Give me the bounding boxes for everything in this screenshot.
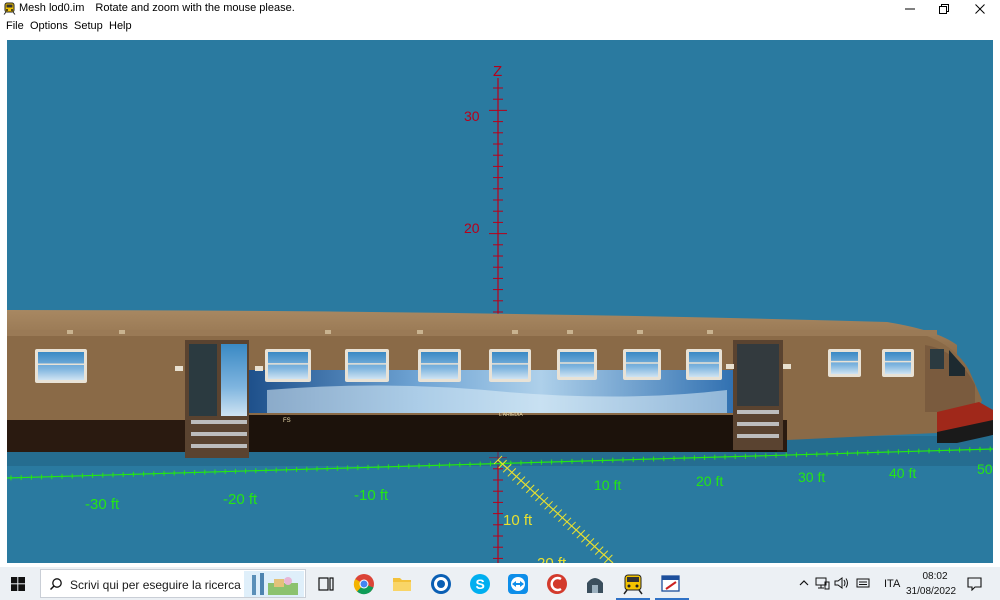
restore-icon — [939, 3, 949, 14]
roof-badge — [567, 330, 573, 334]
x-label-neg20: -20 ft — [223, 491, 258, 508]
window-glass — [885, 352, 911, 374]
railcar-door-left — [185, 340, 249, 458]
taskbar: Scrivi qui per eseguire la ricerca S ITA… — [0, 567, 1000, 600]
z-tick-label-20: 20 — [464, 220, 480, 236]
title-bar: Mesh lod0.im Rotate and zoom with the mou… — [0, 0, 1000, 17]
app-icon[interactable] — [584, 573, 606, 595]
3d-viewport[interactable]: Z 30 20 FS L'ARIEDIA -30 ft -20 ft -10 f… — [7, 40, 993, 563]
volume-icon[interactable] — [834, 576, 849, 590]
menu-options[interactable]: Options — [30, 20, 68, 32]
roof-badge — [67, 330, 73, 334]
teamviewer-icon[interactable] — [507, 573, 529, 595]
svg-text:S: S — [476, 576, 485, 592]
menu-help[interactable]: Help — [109, 20, 132, 32]
window-glass — [689, 352, 719, 377]
search-box[interactable]: Scrivi qui per eseguire la ricerca — [40, 569, 306, 598]
search-highlight-image — [244, 571, 304, 597]
close-button[interactable] — [963, 0, 997, 17]
close-icon — [975, 3, 985, 14]
window-hint: Rotate and zoom with the mouse please. — [95, 2, 295, 14]
roof-badge — [417, 330, 423, 334]
input-language[interactable]: ITA — [884, 578, 900, 590]
minimize-button[interactable] — [893, 0, 927, 17]
clock-date[interactable]: 31/08/2022 — [906, 586, 956, 597]
task-view-icon[interactable] — [315, 573, 337, 595]
window-glass — [560, 352, 594, 377]
outlook-icon[interactable] — [430, 573, 452, 595]
chrome-icon[interactable] — [353, 573, 375, 595]
x-label-20: 20 ft — [696, 473, 723, 489]
scene: Z 30 20 FS L'ARIEDIA -30 ft -20 ft -10 f… — [7, 63, 993, 563]
window-glass — [626, 352, 658, 377]
skype-icon[interactable]: S — [469, 573, 491, 595]
search-icon — [49, 578, 62, 591]
clock-time[interactable]: 08:02 — [918, 571, 952, 582]
window-glass — [268, 352, 308, 379]
x-label-40: 40 ft — [889, 465, 916, 481]
y-axis: 10 ft 20 ft — [493, 455, 614, 563]
menu-file[interactable]: File — [6, 20, 24, 32]
y-label-10: 10 ft — [503, 512, 533, 529]
ccleaner-icon[interactable] — [546, 573, 568, 595]
roof-badge — [512, 330, 518, 334]
search-placeholder: Scrivi qui per eseguire la ricerca — [70, 578, 241, 592]
x-label-30: 30 ft — [798, 469, 825, 485]
roof-badge — [325, 330, 331, 334]
livery-text-fs: FS — [283, 418, 291, 424]
x-label-neg10: -10 ft — [354, 487, 389, 504]
restore-button[interactable] — [927, 0, 961, 17]
window-glass — [831, 352, 858, 374]
window-glass — [421, 352, 458, 379]
file-explorer-icon[interactable] — [391, 573, 413, 595]
railcar-door-right — [733, 340, 783, 450]
network-icon[interactable] — [815, 576, 830, 590]
x-label-neg30: -30 ft — [85, 496, 120, 513]
menu-setup[interactable]: Setup — [74, 20, 103, 32]
railcar-model: FS L'ARIEDIA — [7, 310, 993, 466]
window-glass — [38, 352, 84, 380]
livery-text-2: L'ARIEDIA — [499, 412, 523, 418]
z-tick-label-30: 30 — [464, 108, 480, 124]
menu-bar: File Options Setup Help — [0, 17, 1000, 35]
roof-badge — [119, 330, 125, 334]
windows-logo-icon[interactable] — [11, 577, 25, 591]
window-glass — [348, 352, 386, 379]
language-switch-icon[interactable] — [856, 576, 870, 590]
roof-badge — [707, 330, 713, 334]
editor-app-icon[interactable] — [660, 573, 682, 595]
y-label-20: 20 ft — [537, 555, 567, 563]
x-label-50: 50 — [977, 461, 993, 477]
y-axis-ticks — [493, 455, 613, 563]
notifications-icon[interactable] — [967, 577, 982, 591]
minimize-icon — [905, 8, 915, 9]
train-app-icon[interactable] — [622, 573, 644, 595]
z-axis: Z 30 20 — [464, 63, 507, 563]
x-label-10: 10 ft — [594, 477, 621, 493]
z-axis-label: Z — [493, 63, 502, 80]
chevron-up-icon[interactable] — [799, 578, 809, 588]
train-icon — [3, 2, 16, 15]
roof-badge — [637, 330, 643, 334]
window-title: Mesh lod0.im — [19, 2, 85, 14]
window-glass — [492, 352, 528, 379]
